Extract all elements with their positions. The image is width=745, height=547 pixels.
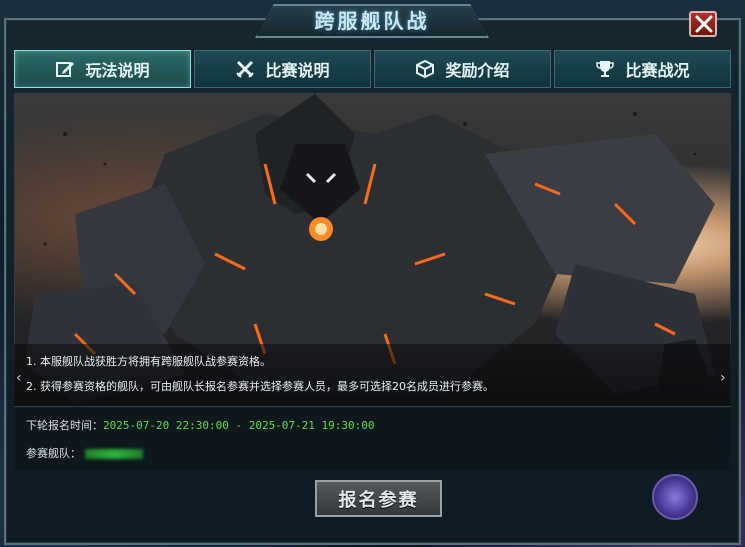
- signup-time-row: 下轮报名时间：2025-07-20 22:30:00 - 2025-07-21 …: [26, 417, 375, 433]
- chevron-left-icon[interactable]: ‹: [16, 370, 22, 386]
- team-name-redacted: [84, 449, 143, 459]
- tab-label: 比赛说明: [265, 61, 330, 80]
- tab-match-rules[interactable]: 比赛说明: [194, 50, 371, 88]
- tab-label: 奖励介绍: [445, 61, 510, 80]
- tab-match-status[interactable]: 比赛战况: [554, 50, 731, 88]
- rule-line-1: 1. 本服舰队战获胜方将拥有跨服舰队战参赛资格。: [26, 355, 271, 368]
- event-badge-icon[interactable]: [652, 474, 698, 520]
- close-icon: [695, 15, 713, 33]
- signup-time-value: 2025-07-20 22:30:00 - 2025-07-21 19:30:0…: [103, 419, 375, 432]
- tab-bar: 玩法说明 比赛说明 奖励介绍 比赛战况: [14, 50, 731, 88]
- cube-icon: [416, 59, 435, 79]
- tab-label: 比赛战况: [625, 61, 690, 80]
- tab-rewards[interactable]: 奖励介绍: [374, 50, 551, 88]
- crossed-swords-icon: [236, 60, 255, 78]
- edit-icon: [56, 62, 75, 77]
- close-button[interactable]: [689, 11, 717, 37]
- team-row: 参赛舰队：: [26, 445, 143, 461]
- rule-line-2: 2. 获得参赛资格的舰队，可由舰队长报名参赛并选择参赛人员，最多可选择20名成员…: [26, 380, 494, 393]
- chevron-right-icon[interactable]: ›: [720, 370, 726, 386]
- signup-time-label: 下轮报名时间：: [26, 419, 103, 432]
- tab-gameplay-rules[interactable]: 玩法说明: [14, 50, 191, 88]
- dialog-title: 跨服舰队战: [314, 9, 430, 33]
- trophy-icon: [596, 61, 615, 77]
- signup-button[interactable]: 报名参赛: [315, 480, 442, 517]
- tab-label: 玩法说明: [85, 61, 150, 80]
- team-label: 参赛舰队：: [26, 447, 81, 460]
